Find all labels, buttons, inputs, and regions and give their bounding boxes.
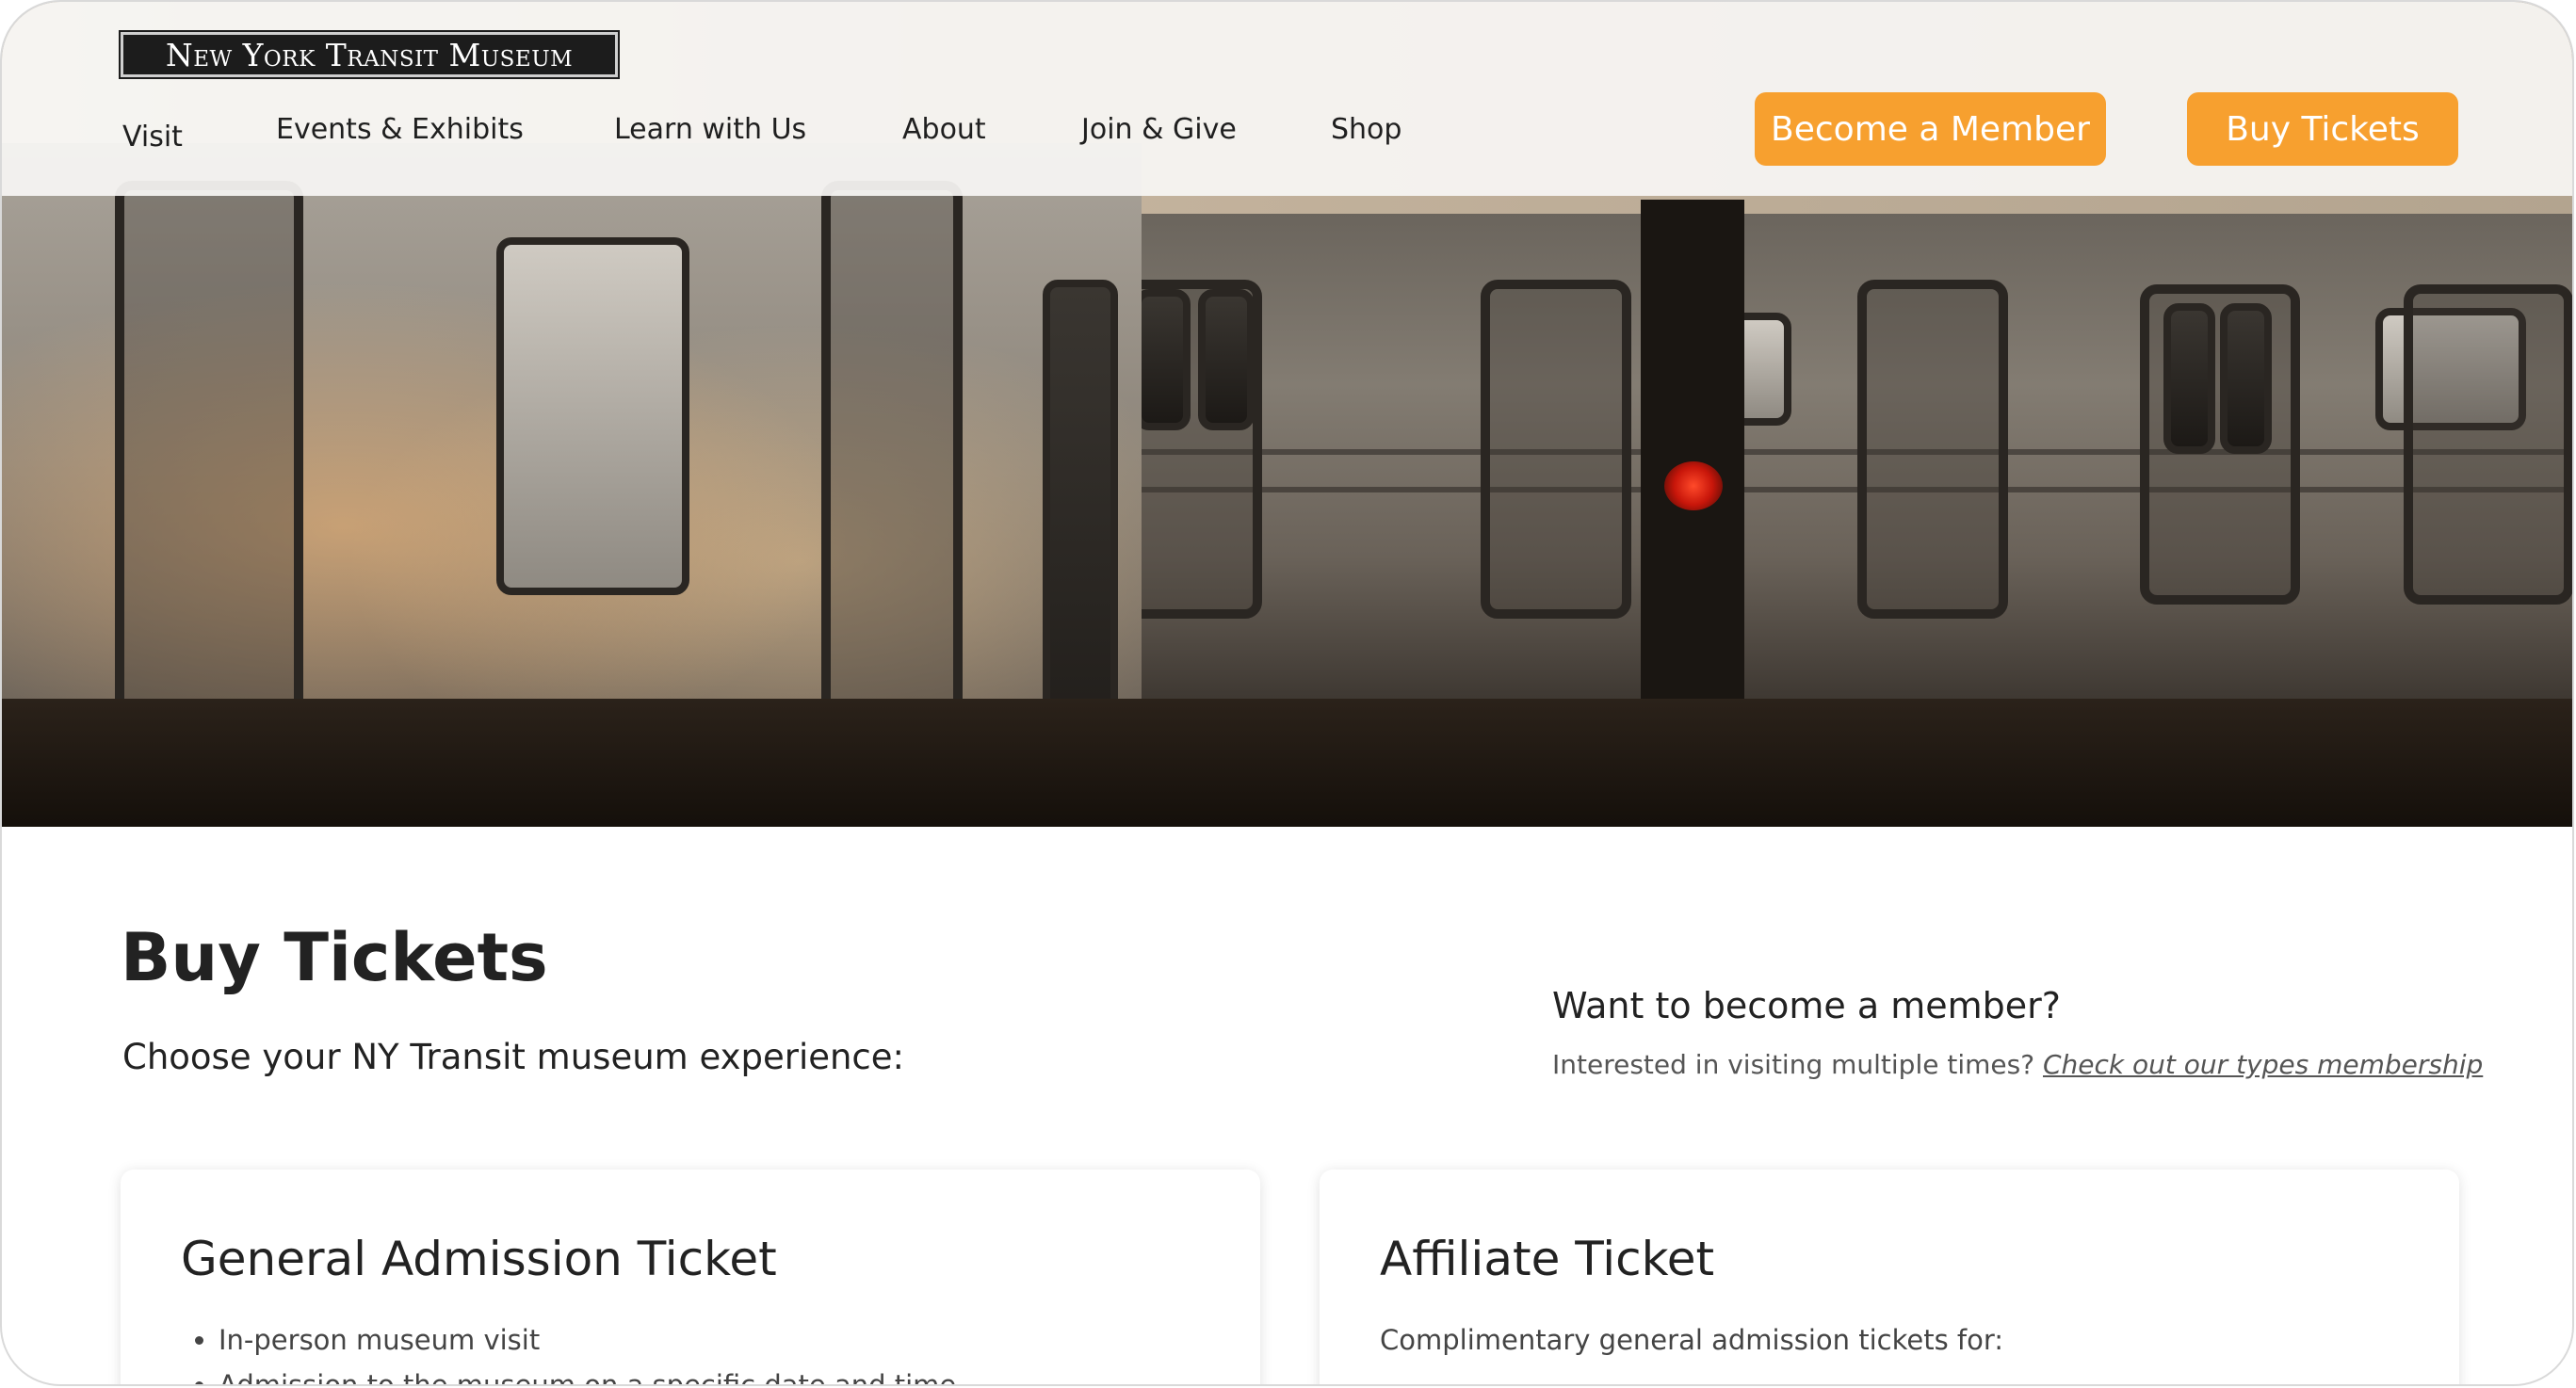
member-prompt-question: Interested in visiting multiple times? bbox=[1552, 1049, 2035, 1080]
car-window bbox=[496, 237, 689, 595]
list-item: In-person museum visit bbox=[219, 1324, 956, 1356]
site-header: New York Transit Museum Visit Events & E… bbox=[2, 2, 2572, 196]
card-description: Complimentary general admission tickets … bbox=[1380, 1324, 2004, 1356]
nav-shop[interactable]: Shop bbox=[1331, 113, 1401, 146]
car-door bbox=[2404, 284, 2572, 605]
affiliate-ticket-card[interactable]: Affiliate Ticket Complimentary general a… bbox=[1320, 1170, 2459, 1384]
car-door bbox=[1857, 280, 2008, 619]
nav-learn-with-us[interactable]: Learn with Us bbox=[614, 113, 806, 146]
nav-events-exhibits[interactable]: Events & Exhibits bbox=[276, 113, 524, 146]
general-admission-card[interactable]: General Admission Ticket In-person museu… bbox=[121, 1170, 1260, 1384]
logo-text: New York Transit Museum bbox=[165, 36, 574, 73]
car-window bbox=[2163, 303, 2215, 454]
browser-frame: New York Transit Museum Visit Events & E… bbox=[0, 0, 2574, 1386]
become-member-button[interactable]: Become a Member bbox=[1755, 92, 2106, 166]
page-subtitle: Choose your NY Transit museum experience… bbox=[122, 1037, 905, 1077]
subway-car-right bbox=[1085, 214, 2572, 703]
membership-types-link[interactable]: Check out our types membership bbox=[2043, 1049, 2483, 1080]
car-stripe bbox=[1085, 449, 2572, 455]
car-door bbox=[1481, 280, 1631, 619]
car-stripe bbox=[1085, 487, 2572, 492]
card-feature-list: In-person museum visit Admission to the … bbox=[219, 1324, 956, 1384]
card-title: Affiliate Ticket bbox=[1380, 1232, 1715, 1286]
museum-logo[interactable]: New York Transit Museum bbox=[119, 30, 620, 79]
car-window bbox=[2220, 303, 2272, 454]
car-window bbox=[1198, 289, 1255, 430]
nav-about[interactable]: About bbox=[902, 113, 986, 146]
buy-tickets-button[interactable]: Buy Tickets bbox=[2187, 92, 2458, 166]
track-bed bbox=[2, 699, 2572, 827]
car-window bbox=[1134, 289, 1191, 430]
nav-join-give[interactable]: Join & Give bbox=[1081, 113, 1237, 146]
list-item: Admission to the museum on a specific da… bbox=[219, 1369, 956, 1384]
page-title: Buy Tickets bbox=[121, 919, 548, 996]
nav-visit[interactable]: Visit bbox=[122, 121, 183, 153]
red-signal-light bbox=[1664, 461, 1723, 510]
member-prompt-text: Interested in visiting multiple times? C… bbox=[1552, 1049, 2483, 1080]
card-title: General Admission Ticket bbox=[181, 1232, 777, 1286]
member-prompt-title: Want to become a member? bbox=[1552, 985, 2061, 1026]
